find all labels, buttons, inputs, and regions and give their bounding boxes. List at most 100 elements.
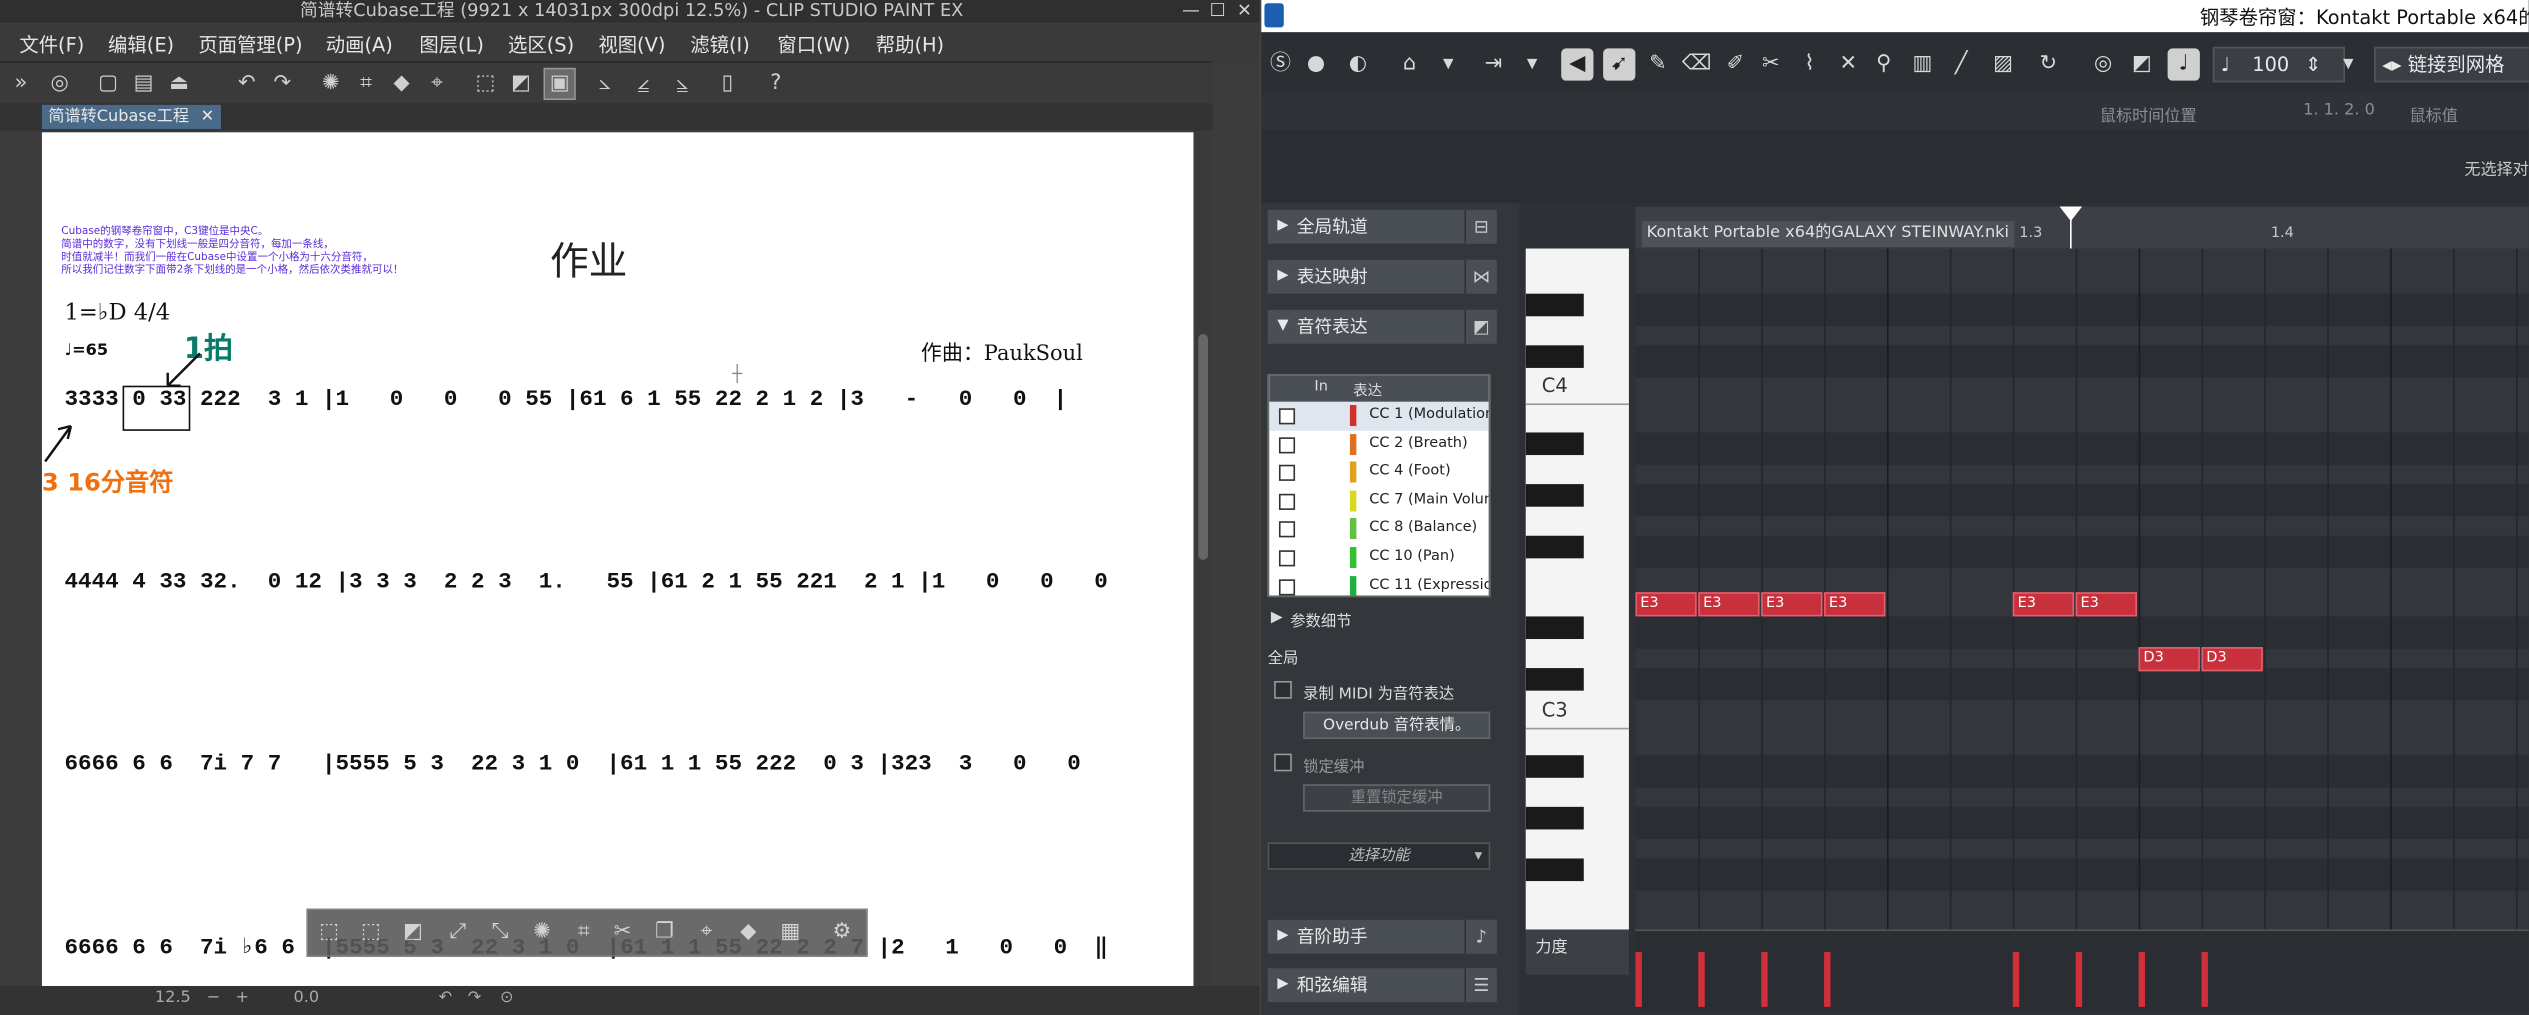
clear-icon[interactable]: ⌗ <box>352 69 381 98</box>
zoom-tool-icon[interactable]: ⚲ <box>1868 48 1900 80</box>
canvas-page[interactable]: Cubase的钢琴卷帘窗中，C3键位是中央C。 简谱中的数字，没有下划线一般是四… <box>41 132 1194 988</box>
black-key[interactable] <box>1525 345 1584 368</box>
midi-note[interactable]: E3 <box>1635 592 1697 617</box>
scroll-thumb[interactable] <box>1198 334 1208 560</box>
row-checkbox[interactable] <box>1278 550 1296 567</box>
expression-row[interactable]: CC 2 (Breath) <box>1269 430 1488 458</box>
midi-note[interactable]: E3 <box>1698 592 1760 617</box>
velocity-bar[interactable] <box>2075 952 2083 1007</box>
velocity-bar[interactable] <box>2012 952 2020 1007</box>
open-folder-icon[interactable]: ▤ <box>129 69 158 98</box>
fill-icon[interactable]: ◆ <box>734 918 763 947</box>
velocity-field[interactable]: ♩ 100 ⇕ <box>2212 46 2346 83</box>
menu-window[interactable]: 窗口(W) <box>777 31 850 58</box>
playhead-icon[interactable] <box>2059 206 2083 249</box>
home-icon[interactable]: ⌂ <box>1393 48 1425 80</box>
rotation-value[interactable]: 0.0 <box>294 989 320 1007</box>
row-checkbox[interactable] <box>1278 436 1296 453</box>
menu-animation[interactable]: 动画(A) <box>326 31 393 58</box>
new-file-icon[interactable]: ▢ <box>94 69 123 98</box>
menu-page[interactable]: 页面管理(P) <box>198 31 302 58</box>
menu-help[interactable]: 帮助(H) <box>876 31 944 58</box>
expand-icon[interactable]: ⤢ <box>444 918 473 947</box>
clear-icon[interactable]: ⌗ <box>569 918 598 947</box>
grid-snap-icon[interactable]: ⦥ <box>668 69 697 98</box>
collapse-left-icon[interactable]: » <box>6 69 35 98</box>
invert-icon[interactable]: ◩ <box>398 918 427 947</box>
dropdown-icon[interactable]: ▾ <box>1516 48 1548 80</box>
floating-selection-toolbar[interactable]: ⬚ ⬚ ◩ ⤢ ⤡ ✺ ⌗ ✂ ❐ ⌖ ◆ ▦ ⚙ <box>306 908 868 957</box>
menu-view[interactable]: 视图(V) <box>598 31 665 58</box>
eraser-tool-icon[interactable]: ⌫ <box>1681 48 1713 80</box>
pointer-tool-icon[interactable]: ➹ <box>1603 48 1636 81</box>
solo-icon[interactable]: Ⓢ <box>1264 48 1296 80</box>
black-key[interactable] <box>1525 616 1584 640</box>
scissors-tool-icon[interactable]: ✂ <box>1755 48 1787 80</box>
black-key[interactable] <box>1525 432 1584 456</box>
autoscroll-icon[interactable]: ◐ <box>1342 48 1374 80</box>
velocity-bar[interactable] <box>1761 952 1768 1007</box>
midi-note[interactable]: E3 <box>2012 592 2075 617</box>
line-tool-icon[interactable]: ╱ <box>1945 48 1977 80</box>
track-icon[interactable]: ⊟ <box>1464 209 1497 244</box>
mute-tool-icon[interactable]: ✕ <box>1832 48 1864 80</box>
black-key[interactable] <box>1525 535 1584 559</box>
menu-file[interactable]: 文件(F) <box>19 31 84 58</box>
color-icon[interactable]: ◩ <box>2126 48 2158 80</box>
timeline-ruler[interactable]: Kontakt Portable x64的GALAXY STEINWAY.nki… <box>1635 206 2529 249</box>
stepper-icon[interactable]: ⇕ <box>2305 53 2321 76</box>
note-grid[interactable]: E3 E3 E3 E3 E3 E3 D3 D3 <box>1635 248 2529 930</box>
select-all-icon[interactable]: ⬚ <box>471 69 500 98</box>
expression-row[interactable]: CC 10 (Pan) <box>1269 544 1488 572</box>
snap-icon[interactable]: ◎ <box>2087 48 2119 80</box>
close-icon[interactable]: ✕ <box>1237 0 1252 21</box>
expression-row[interactable]: CC 4 (Foot) <box>1269 459 1488 487</box>
black-key[interactable] <box>1525 484 1584 507</box>
expression-icon[interactable]: ◩ <box>1464 309 1497 344</box>
black-key[interactable] <box>1525 293 1584 317</box>
black-key[interactable] <box>1525 668 1584 691</box>
document-tab[interactable]: 简谱转Cubase工程 ✕ <box>41 104 221 130</box>
transform-icon[interactable]: ⌖ <box>423 69 452 98</box>
velocity-bar[interactable] <box>1698 952 1705 1007</box>
velocity-bar[interactable] <box>2138 952 2146 1007</box>
menu-edit[interactable]: 编辑(E) <box>108 31 174 58</box>
midi-note[interactable]: E3 <box>2075 592 2137 617</box>
overdub-button[interactable]: Overdub 音符表情。 <box>1303 711 1491 740</box>
row-checkbox[interactable] <box>1278 493 1296 510</box>
section-expression-map[interactable]: ▶ 表达映射 <box>1267 259 1497 294</box>
tab-close-icon[interactable]: ✕ <box>201 108 215 126</box>
settings-icon[interactable]: ⚙ <box>827 918 856 947</box>
redo-icon[interactable]: ↷ <box>268 69 297 98</box>
midi-note[interactable]: D3 <box>2201 647 2263 672</box>
record-midi-checkbox[interactable] <box>1274 680 1292 699</box>
insert-icon[interactable]: ⇥ <box>1477 48 1509 80</box>
ruler-snap-icon[interactable]: ⦣ <box>590 69 619 98</box>
maximize-icon[interactable]: ☐ <box>1210 0 1226 21</box>
row-checkbox[interactable] <box>1278 578 1296 595</box>
expression-row[interactable]: CC 7 (Main Volume) <box>1269 487 1489 515</box>
loop-icon[interactable]: ↻ <box>2032 48 2064 80</box>
glue-tool-icon[interactable]: ⌇ <box>1793 48 1825 80</box>
speaker-icon[interactable]: ◀ <box>1561 48 1594 81</box>
section-chord-edit[interactable]: ▶ 和弦编辑 <box>1267 968 1497 1003</box>
black-key[interactable] <box>1525 858 1584 882</box>
section-global-track[interactable]: ▶ 全局轨道 <box>1267 209 1497 244</box>
invert-selection-icon[interactable]: ◩ <box>506 69 535 98</box>
reset-buffer-button[interactable]: 重置锁定缓冲 <box>1303 784 1491 812</box>
copy-icon[interactable]: ❐ <box>650 918 679 947</box>
velocity-bar[interactable] <box>1824 952 1831 1007</box>
dropdown-icon[interactable]: ▾ <box>2332 48 2364 80</box>
note-icon[interactable]: ♩ <box>2167 48 2200 81</box>
section-note-expression[interactable]: ▼ 音符表达 <box>1267 309 1497 344</box>
spinner-icon[interactable]: ✺ <box>316 69 345 98</box>
row-checkbox[interactable] <box>1278 465 1296 482</box>
menu-selection[interactable]: 选区(S) <box>508 31 574 58</box>
dot-icon[interactable]: ● <box>1300 48 1332 80</box>
menu-filter[interactable]: 滤镜(I) <box>690 31 750 58</box>
params-label[interactable]: 参数细节 <box>1290 608 1351 631</box>
row-checkbox[interactable] <box>1278 521 1296 538</box>
zoom-in-icon[interactable]: + <box>235 989 249 1007</box>
black-key[interactable] <box>1525 806 1584 830</box>
cut-icon[interactable]: ✂ <box>608 918 637 947</box>
